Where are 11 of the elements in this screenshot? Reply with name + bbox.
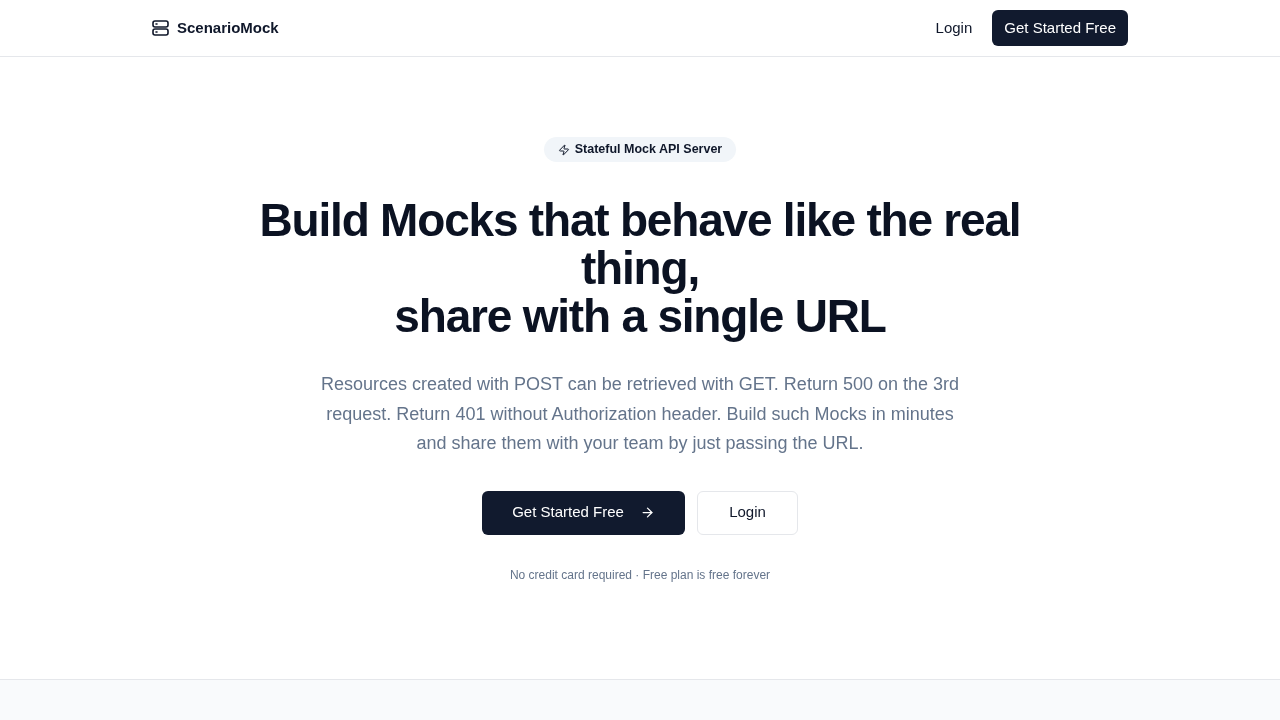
server-icon <box>152 20 169 36</box>
lightning-icon <box>557 143 570 156</box>
signup-note: No credit card required · Free plan is free forever <box>509 566 771 584</box>
badge-text: Stateful Mock API Server <box>574 141 723 159</box>
get-started-button[interactable]: Get Started Free <box>482 490 685 535</box>
hero-heading: Build Mocks that behave like the real thing, share with a single URL <box>258 196 1022 340</box>
login-link[interactable]: Login <box>927 8 981 48</box>
brand-name: ScenarioMock <box>177 17 279 38</box>
hero-description: Resources created with POST can be retrieved with GET. Return 500 on the 3rd request. Return 401 without Authorization header. Build such Mocks in minutes and share them with your team by just passing the URL. <box>320 373 960 455</box>
get-started-button[interactable]: Get Started Free <box>992 10 1128 46</box>
login-button[interactable]: Login <box>697 490 798 535</box>
